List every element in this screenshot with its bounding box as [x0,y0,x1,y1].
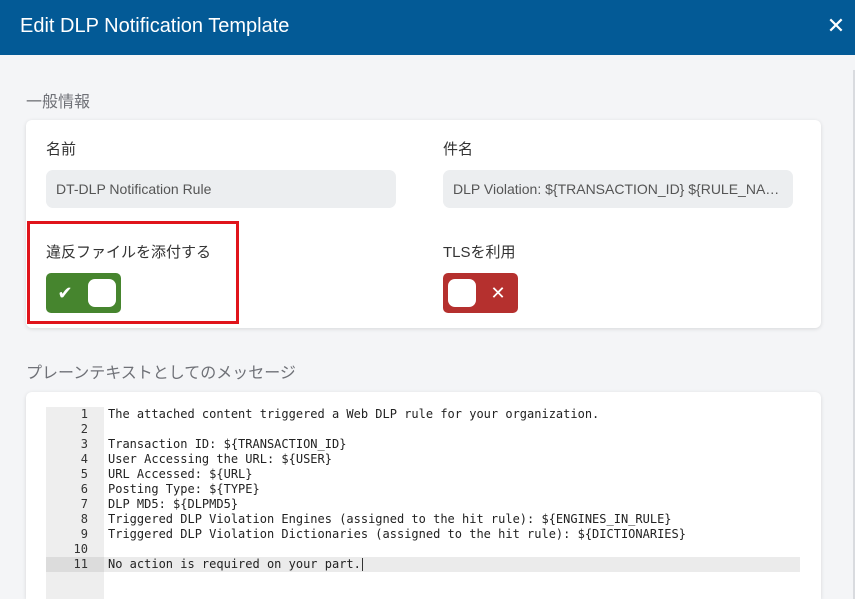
code-line[interactable]: Triggered DLP Violation Engines (assigne… [108,512,672,527]
line-number-gutter: 1 2 3 4 5 6 7 8 9 10 11 [46,407,104,599]
message-section-label: プレーンテキストとしてのメッセージ [26,365,296,382]
code-line-text: Posting Type: ${TYPE} [108,482,260,496]
code-line-text: DLP MD5: ${DLPMD5} [108,497,239,511]
line-number: 3 [80,437,88,451]
line-number: 1 [80,407,88,421]
line-number: 6 [80,482,88,496]
code-line-text: Triggered DLP Violation Dictionaries (as… [108,527,686,541]
line-number: 9 [80,527,88,541]
code-line[interactable]: DLP MD5: ${DLPMD5} [108,497,238,512]
code-line-text: URL Accessed: ${URL} [108,467,253,481]
dialog-title: Edit DLP Notification Template [20,15,290,37]
general-section-label: 一般情報 [26,94,91,111]
cross-icon: ✕ [490,283,506,303]
line-number: 4 [80,452,88,466]
tls-label: TLSを利用 [443,244,516,261]
code-line[interactable]: User Accessing the URL: ${USER} [108,452,332,467]
code-line-text: No action is required on your part. [108,557,361,571]
toggle-knob [448,279,476,307]
name-label: 名前 [46,141,77,158]
line-number: 10 [73,542,88,556]
code-line[interactable]: Posting Type: ${TYPE} [108,482,260,497]
dialog-header: Edit DLP Notification Template ✕ [0,0,855,55]
line-number: 8 [80,512,88,526]
code-line[interactable]: URL Accessed: ${URL} [108,467,253,482]
line-number: 2 [80,422,88,436]
line-number: 11 [73,557,88,571]
code-line-text: User Accessing the URL: ${USER} [108,452,332,466]
subject-label: 件名 [443,141,474,158]
close-icon[interactable]: ✕ [825,14,847,38]
highlight-box [27,221,239,324]
code-line-text: Transaction ID: ${TRANSACTION_ID} [108,437,347,451]
subject-input[interactable]: DLP Violation: ${TRANSACTION_ID} ${RULE_… [443,170,793,208]
text-caret [361,558,363,571]
message-editor[interactable]: 1 2 3 4 5 6 7 8 9 10 11 The attached content trigg… [26,392,821,599]
code-line[interactable]: No action is required on your part. [108,557,363,572]
code-line[interactable]: Triggered DLP Violation Dictionaries (as… [108,527,686,542]
code-line[interactable]: The attached content triggered a Web DLP… [108,407,599,422]
line-number: 5 [80,467,88,481]
code-line-text: Triggered DLP Violation Engines (assigne… [108,512,672,526]
code-line[interactable]: Transaction ID: ${TRANSACTION_ID} [108,437,346,452]
tls-toggle[interactable]: ✕ [443,273,518,313]
line-number: 7 [80,497,88,511]
code-line-text: The attached content triggered a Web DLP… [108,407,600,421]
name-input[interactable]: DT-DLP Notification Rule [46,170,396,208]
